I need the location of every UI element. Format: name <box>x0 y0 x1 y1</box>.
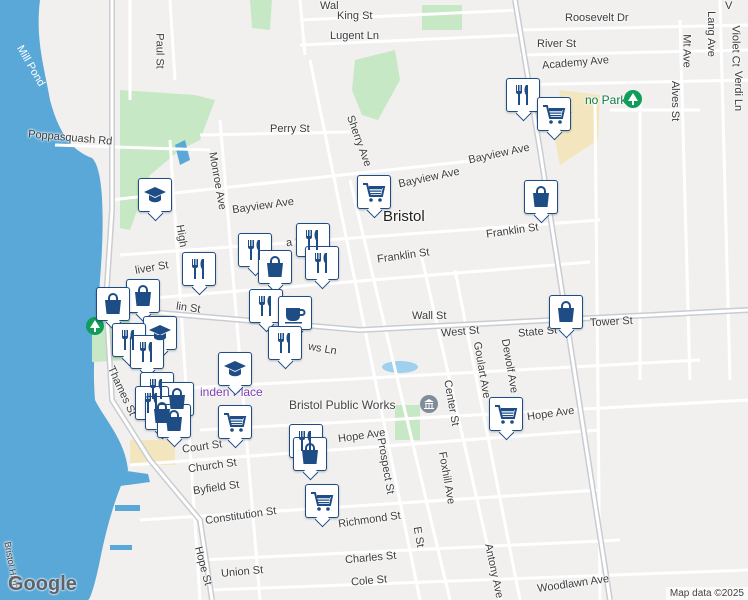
grocery-marker[interactable] <box>489 397 523 431</box>
grocery-icon <box>495 405 518 424</box>
school-marker[interactable] <box>218 352 252 386</box>
shopping-marker[interactable] <box>549 295 583 329</box>
restaurant-icon <box>306 230 318 250</box>
street-label: Alves St <box>669 80 682 122</box>
school-icon <box>224 361 246 377</box>
restaurant-marker[interactable] <box>130 335 164 369</box>
restaurant-icon <box>278 333 290 353</box>
park-label: no Park <box>585 93 627 107</box>
street-label: V <box>725 0 733 12</box>
shopping-icon <box>166 410 182 431</box>
city-label: Bristol <box>383 208 425 225</box>
grocery-marker[interactable] <box>305 484 339 518</box>
park-icon[interactable] <box>624 90 642 108</box>
cafe-marker[interactable] <box>278 296 312 330</box>
grocery-marker[interactable] <box>218 405 252 439</box>
restaurant-icon <box>315 253 327 273</box>
shopping-marker[interactable] <box>258 250 292 284</box>
grocery-marker[interactable] <box>357 175 391 209</box>
street-label: Wal <box>320 0 339 12</box>
map-attribution[interactable]: Map data ©2025 <box>665 587 748 600</box>
street-label: Paul St <box>153 33 166 69</box>
street-label: King St <box>337 10 373 22</box>
restaurant-marker[interactable] <box>182 252 216 286</box>
street-label: Violet Ct <box>729 25 742 67</box>
restaurant-marker[interactable] <box>249 289 283 323</box>
public-works-label: Bristol Public Works <box>289 398 396 412</box>
street-label: Wall St <box>412 310 447 322</box>
restaurant-marker[interactable] <box>305 246 339 280</box>
shopping-icon <box>558 301 574 322</box>
restaurant-icon <box>259 296 271 316</box>
shopping-icon <box>105 293 121 314</box>
shopping-marker[interactable] <box>524 180 558 214</box>
street-label: Roosevelt Dr <box>565 12 629 24</box>
shopping-icon <box>267 256 283 277</box>
cafe-icon <box>285 308 306 324</box>
street-label: River St <box>537 38 577 50</box>
grocery-icon <box>224 413 247 432</box>
school-icon <box>144 187 166 203</box>
restaurant-icon <box>516 85 528 105</box>
public-works-icon[interactable] <box>420 395 438 413</box>
shopping-marker[interactable] <box>96 287 130 321</box>
map-canvas[interactable]: King St Lugent Ln Paul St Roosevelt Dr R… <box>0 0 748 600</box>
restaurant-marker[interactable] <box>268 326 302 360</box>
street-label: Lugent Ln <box>330 30 379 42</box>
grocery-icon <box>363 183 386 202</box>
restaurant-icon <box>140 342 152 362</box>
shopping-icon <box>135 285 151 306</box>
street-label: Tower St <box>589 314 634 330</box>
street-label: Mt Ave <box>680 34 693 68</box>
google-logo: Google <box>8 573 77 595</box>
shopping-icon <box>533 186 549 207</box>
shopping-marker[interactable] <box>126 279 160 313</box>
school-marker[interactable] <box>138 178 172 212</box>
restaurant-icon <box>192 259 204 279</box>
street-label: Verdi Ln <box>732 70 745 112</box>
shopping-marker[interactable] <box>157 404 191 438</box>
grocery-icon <box>543 105 566 124</box>
shopping-icon <box>302 443 318 464</box>
grocery-icon <box>311 492 334 511</box>
street-label: Perry St <box>270 123 310 135</box>
grocery-marker[interactable] <box>537 97 571 131</box>
restaurant-marker[interactable] <box>506 78 540 112</box>
street-label: Lang Ave <box>704 11 717 57</box>
shopping-marker[interactable] <box>293 437 327 471</box>
